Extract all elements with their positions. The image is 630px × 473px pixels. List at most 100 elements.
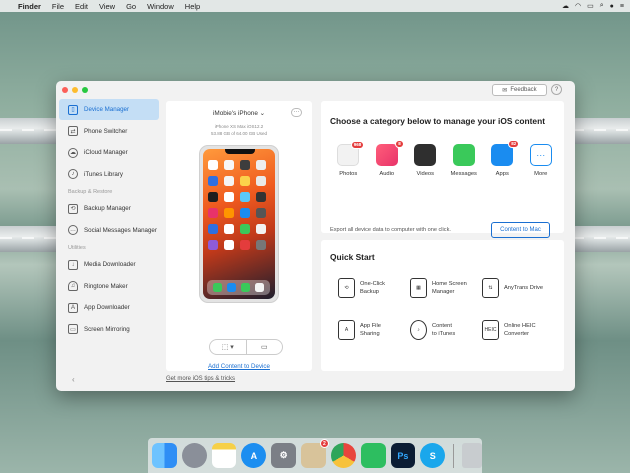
app-icon (256, 192, 266, 202)
app-icon (224, 240, 234, 250)
category-videos[interactable]: Videos (406, 144, 445, 177)
category-card: Choose a category below to manage your i… (321, 101, 564, 238)
trash-icon[interactable] (462, 443, 482, 468)
menu-item-edit[interactable]: Edit (75, 2, 88, 11)
sidebar-item-icloud-manager[interactable]: ☁ iCloud Manager (59, 142, 159, 163)
menu-bar: Finder File Edit View Go Window Help ☁ ◠… (0, 0, 630, 12)
quick-start-home-screen-manager[interactable]: ▦ Home Screen Manager (410, 277, 482, 299)
quick-start-one-click-backup[interactable]: ⟲ One-Click Backup (338, 277, 410, 299)
app-icon (224, 224, 234, 234)
zoom-window-button[interactable] (82, 87, 88, 93)
category-more[interactable]: ··· More (522, 144, 561, 177)
menu-item-view[interactable]: View (99, 2, 115, 11)
evernote-icon[interactable] (360, 443, 386, 468)
chrome-icon[interactable] (330, 443, 356, 468)
videos-icon (414, 144, 437, 166)
mirror-icon: ▭ (68, 324, 78, 334)
content-to-mac-button[interactable]: Content to Mac (491, 222, 550, 238)
sidebar-item-media-downloader[interactable]: ↓ Media Downloader (59, 254, 159, 275)
user-avatar-icon[interactable]: ● (610, 3, 614, 10)
dock: A ⚙ 2 Ps S (148, 438, 482, 473)
menu-app-name[interactable]: Finder (18, 2, 41, 11)
collapse-sidebar-button[interactable]: ‹ (72, 375, 75, 384)
wifi-icon[interactable]: ◠ (575, 2, 581, 10)
sidebar-item-label: Media Downloader (84, 261, 136, 268)
skype-icon[interactable]: S (420, 443, 446, 468)
finder-icon[interactable] (152, 443, 177, 468)
menu-item-file[interactable]: File (52, 2, 64, 11)
app-icon (256, 240, 266, 250)
category-apps[interactable]: 82 Apps (483, 140, 522, 177)
app-icon (256, 176, 266, 186)
app-store-icon[interactable]: A (241, 443, 267, 468)
photos-icon: 968 (337, 141, 365, 166)
sidebar-item-app-downloader[interactable]: A App Downloader (59, 297, 159, 318)
quick-start-label: One-Click Backup (360, 281, 385, 295)
app-icon (256, 160, 266, 170)
sidebar-item-screen-mirroring[interactable]: ▭ Screen Mirroring (59, 319, 159, 340)
app-icon (208, 192, 218, 202)
app-icon (208, 176, 218, 186)
minimize-window-button[interactable] (72, 87, 78, 93)
app-icon (240, 160, 250, 170)
heic-icon: HEIC (482, 320, 499, 340)
quick-start-app-file-sharing[interactable]: A App File Sharing (338, 319, 410, 341)
app-icon (208, 240, 218, 250)
mirror-screen-button[interactable]: ▭ (245, 340, 283, 354)
music-icon: ♪ (68, 169, 78, 179)
app-icon (240, 240, 250, 250)
system-preferences-icon[interactable]: ⚙ (271, 443, 297, 468)
app-icon (240, 208, 250, 218)
category-label: Audio (379, 171, 395, 177)
list-icon[interactable]: ≡ (620, 3, 624, 10)
close-window-button[interactable] (62, 87, 68, 93)
preview-notification-badge: 2 (319, 439, 329, 448)
menu-item-go[interactable]: Go (126, 2, 136, 11)
screenshot-button[interactable]: ⬚ ▾ (210, 340, 246, 354)
export-description: Export all device data to computer with … (330, 227, 451, 233)
add-content-link[interactable]: Add Content to Device (166, 363, 312, 370)
quick-start-anytrans-drive[interactable]: ⇅ AnyTrans Drive (482, 277, 554, 299)
feedback-label: Feedback (510, 87, 537, 93)
quick-start-online-heic-converter[interactable]: HEIC Online HEIC Converter (482, 319, 554, 341)
sidebar-item-phone-switcher[interactable]: ⇄ Phone Switcher (59, 121, 159, 142)
photoshop-icon[interactable]: Ps (390, 443, 416, 468)
dock-separator (453, 443, 455, 468)
music-app-icon (255, 283, 265, 292)
category-label: Apps (495, 171, 509, 177)
device-storage: 53.88 GB of 64.00 GB Used (210, 131, 268, 136)
app-icon (240, 224, 250, 234)
preview-icon[interactable]: 2 (301, 439, 329, 468)
quick-start-label: App File Sharing (360, 323, 381, 337)
sidebar-item-backup-manager[interactable]: ⟲ Backup Manager (59, 198, 159, 219)
category-audio[interactable]: 8 Audio (368, 140, 407, 177)
category-photos[interactable]: 968 Photos (329, 141, 368, 177)
sidebar-item-device-manager[interactable]: ▯ Device Manager (59, 99, 159, 120)
sidebar-item-itunes-library[interactable]: ♪ iTunes Library (59, 164, 159, 185)
feedback-button[interactable]: ✉ Feedback (492, 84, 547, 96)
safari-app-icon (226, 283, 236, 292)
cloud-icon: ☁ (68, 147, 78, 158)
search-icon[interactable]: ⌕ (600, 2, 604, 10)
app-icon (208, 160, 218, 170)
sidebar-item-social-messages-manager[interactable]: … Social Messages Manager (59, 220, 159, 241)
help-button[interactable]: ? (551, 84, 562, 95)
app-icon (224, 208, 234, 218)
battery-icon[interactable]: ▭ (587, 2, 594, 10)
cloud-status-icon[interactable]: ☁ (562, 2, 569, 10)
menu-item-window[interactable]: Window (147, 2, 174, 11)
menu-item-help[interactable]: Help (185, 2, 200, 11)
category-messages[interactable]: Messages (445, 144, 484, 177)
launchpad-icon[interactable] (181, 443, 207, 468)
ios-tips-link[interactable]: Get more iOS tips & tricks (166, 376, 235, 382)
download-icon: ↓ (68, 259, 78, 270)
app-icon (224, 176, 234, 186)
quick-start-content-to-itunes[interactable]: ♪ Content to iTunes (410, 319, 482, 341)
device-more-button[interactable]: ··· (291, 108, 302, 117)
backup-icon: ⟲ (68, 203, 78, 214)
notes-icon[interactable] (211, 443, 237, 468)
sidebar-item-ringtone-maker[interactable]: ♫ Ringtone Maker (59, 276, 159, 297)
audio-icon: 8 (375, 140, 404, 166)
app-icon (256, 208, 266, 218)
app-icon (256, 224, 266, 234)
